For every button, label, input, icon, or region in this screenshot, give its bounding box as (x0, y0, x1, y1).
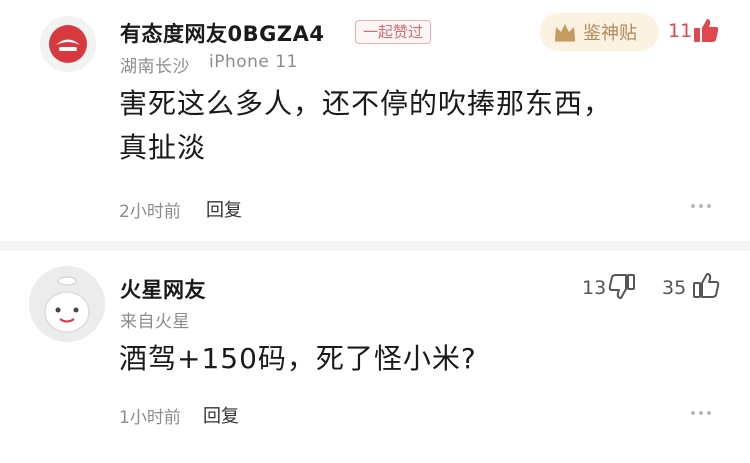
more-icon[interactable] (691, 204, 711, 208)
like-count: 11 (668, 20, 693, 42)
username[interactable]: 火星网友 (120, 274, 206, 304)
comment-text-line: 真扯淡 (119, 131, 207, 164)
crown-icon (555, 24, 575, 42)
user-avatar[interactable] (29, 266, 105, 342)
comment-item: 有态度网友0BGZA4 一起赞过 鉴神贴 11 湖南长沙 iPhone 11 害… (0, 0, 750, 241)
comment-text: 害死这么多人，还不停的吹捧那东西， 真扯淡 (119, 82, 719, 170)
timestamp: 1小时前 (119, 408, 181, 428)
username[interactable]: 有态度网友0BGZA4 (120, 18, 324, 48)
like-count: 35 (662, 277, 687, 299)
more-icon[interactable] (691, 411, 711, 415)
user-avatar[interactable] (40, 16, 96, 72)
user-source: 来自火星 (120, 312, 190, 332)
dislike-count: 13 (582, 277, 607, 299)
user-device: iPhone 11 (209, 52, 298, 72)
reply-button[interactable]: 回复 (206, 196, 242, 222)
netease-avatar-icon (40, 16, 96, 72)
mars-avatar-icon (29, 266, 105, 342)
reply-button[interactable]: 回复 (203, 402, 239, 428)
timestamp: 2小时前 (119, 202, 181, 222)
comment-text: 酒驾+150码，死了怪小米? (119, 342, 477, 375)
thumbs-up-icon[interactable] (692, 271, 720, 299)
badge-button[interactable]: 鉴神贴 (540, 13, 659, 51)
comment-text-line: 害死这么多人，还不停的吹捧那东西， (119, 87, 613, 120)
user-location: 湖南长沙 (120, 57, 190, 77)
badge-label: 鉴神贴 (583, 23, 637, 44)
thumbs-down-icon[interactable] (608, 273, 636, 301)
divider (0, 241, 750, 251)
thumbs-up-icon[interactable] (692, 16, 720, 44)
comment-item: 火星网友 13 35 来自火星 酒驾+150码，死了怪小米? 1小时前 回复 (0, 251, 750, 463)
status-badge: 一起赞过 (355, 20, 432, 44)
